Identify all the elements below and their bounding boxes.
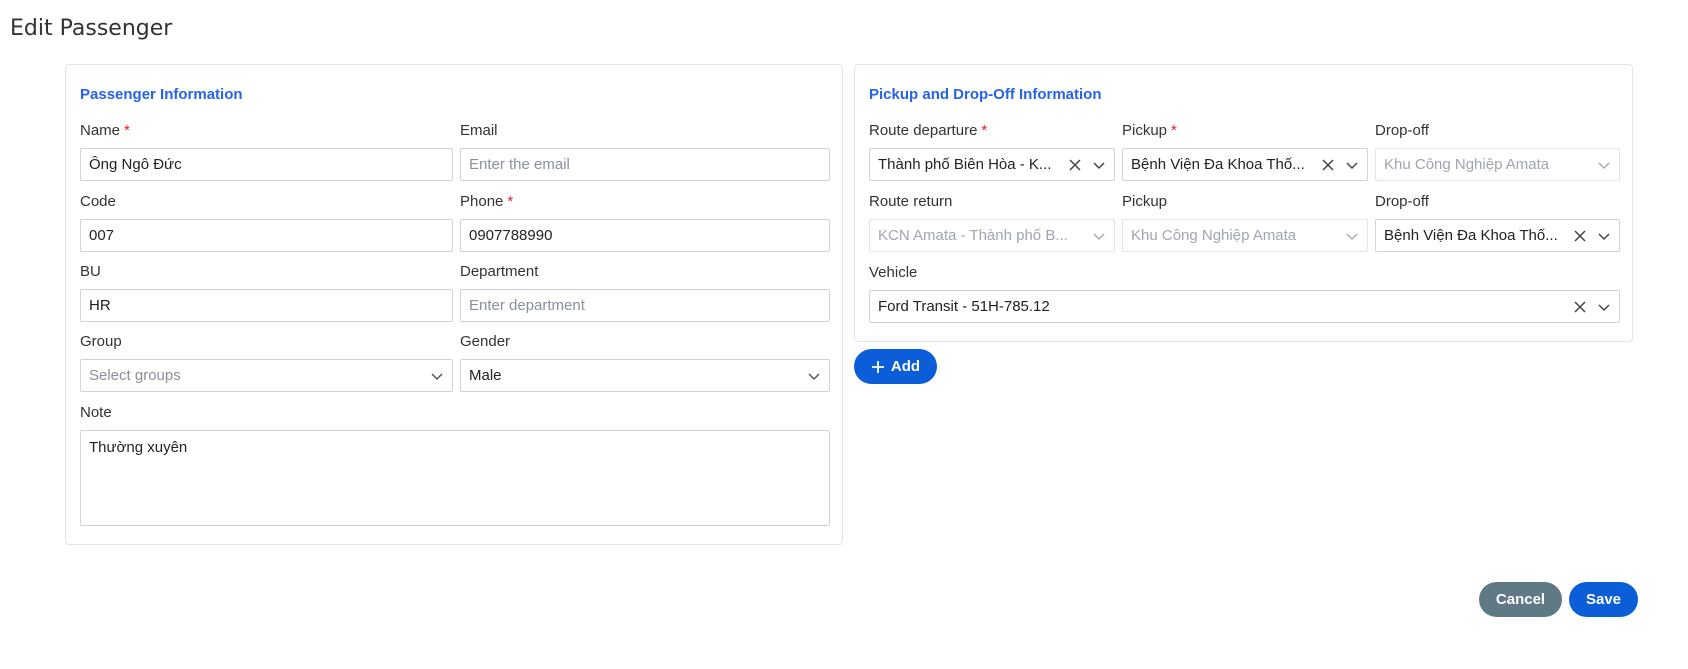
vehicle-field: Vehicle Ford Transit - 51H-785.12 <box>869 263 1620 323</box>
bu-input[interactable]: HR <box>80 289 453 322</box>
pickup-section-title: Pickup and Drop-Off Information <box>869 86 1102 103</box>
required-marker: * <box>981 122 988 139</box>
chevron-down-icon <box>1093 161 1105 169</box>
clear-icon[interactable] <box>1573 300 1587 314</box>
dropoff-return-label: Drop-off <box>1375 193 1429 210</box>
chevron-down-icon <box>1346 161 1358 169</box>
passenger-section-title: Passenger Information <box>80 86 243 103</box>
name-field: Name * Ông Ngô Đức <box>80 121 453 181</box>
name-label: Name <box>80 122 121 139</box>
passenger-information-card: Passenger Information Name * Ông Ngô Đức … <box>65 64 843 545</box>
dropoff-departure-field: Drop-off Khu Công Nghiệp Amata <box>1375 121 1620 181</box>
clear-icon[interactable] <box>1068 158 1082 172</box>
note-label: Note <box>80 404 112 421</box>
chevron-down-icon <box>431 372 443 380</box>
cancel-button[interactable]: Cancel <box>1479 582 1562 617</box>
gender-field: Gender Male <box>460 332 830 392</box>
required-marker: * <box>1171 122 1177 139</box>
phone-label: Phone <box>460 193 504 210</box>
code-label: Code <box>80 193 116 210</box>
pickup-departure-label: Pickup <box>1122 122 1168 139</box>
route-return-label: Route return <box>869 193 953 210</box>
clear-icon[interactable] <box>1321 158 1335 172</box>
bu-field: BU HR <box>80 262 453 322</box>
chevron-down-icon <box>1346 232 1358 240</box>
chevron-down-icon <box>808 372 820 380</box>
required-marker: * <box>124 122 130 139</box>
route-return-field: Route return KCN Amata - Thành phố B... <box>869 192 1115 252</box>
chevron-down-icon <box>1093 232 1105 240</box>
pickup-return-select[interactable]: Khu Công Nghiệp Amata <box>1122 219 1368 252</box>
vehicle-label: Vehicle <box>869 264 918 281</box>
note-textarea[interactable]: Thường xuyên <box>80 430 830 526</box>
pickup-departure-select[interactable]: Bệnh Viện Đa Khoa Thố... <box>1122 148 1368 181</box>
gender-label: Gender <box>460 333 511 350</box>
gender-select[interactable]: Male <box>460 359 830 392</box>
pickup-return-field: Pickup Khu Công Nghiệp Amata <box>1122 192 1368 252</box>
department-label: Department <box>460 263 539 280</box>
add-button[interactable]: Add <box>854 349 937 384</box>
group-select[interactable]: Select groups <box>80 359 453 392</box>
pickup-departure-field: Pickup * Bệnh Viện Đa Khoa Thố... <box>1122 121 1368 181</box>
phone-field: Phone * 0907788990 <box>460 192 830 252</box>
name-input[interactable]: Ông Ngô Đức <box>80 148 453 181</box>
pickup-return-label: Pickup <box>1122 193 1168 210</box>
email-input[interactable]: Enter the email <box>460 148 830 181</box>
bu-label: BU <box>80 263 101 280</box>
dropoff-departure-label: Drop-off <box>1375 122 1429 139</box>
chevron-down-icon <box>1598 161 1610 169</box>
page-title: Edit Passenger <box>10 16 173 41</box>
route-return-select[interactable]: KCN Amata - Thành phố B... <box>869 219 1115 252</box>
route-departure-label: Route departure <box>869 122 978 139</box>
email-label: Email <box>460 122 498 139</box>
note-field: Note Thường xuyên <box>80 403 830 526</box>
add-button-label: Add <box>890 358 921 375</box>
required-marker: * <box>507 193 514 210</box>
dropoff-departure-select[interactable]: Khu Công Nghiệp Amata <box>1375 148 1620 181</box>
plus-icon <box>871 360 884 373</box>
chevron-down-icon <box>1598 232 1610 240</box>
chevron-down-icon <box>1598 303 1610 311</box>
pickup-dropoff-card: Pickup and Drop-Off Information Route de… <box>854 64 1633 342</box>
vehicle-select[interactable]: Ford Transit - 51H-785.12 <box>869 290 1620 323</box>
route-departure-field: Route departure * Thành phố Biên Hòa - K.… <box>869 121 1115 181</box>
code-field: Code 007 <box>80 192 453 252</box>
phone-input[interactable]: 0907788990 <box>460 219 830 252</box>
code-input[interactable]: 007 <box>80 219 453 252</box>
department-field: Department Enter department <box>460 262 830 322</box>
group-label: Group <box>80 333 122 350</box>
dropoff-return-field: Drop-off Bệnh Viện Đa Khoa Thố... <box>1375 192 1620 252</box>
route-departure-select[interactable]: Thành phố Biên Hòa - K... <box>869 148 1115 181</box>
save-button[interactable]: Save <box>1569 582 1638 617</box>
group-field: Group Select groups <box>80 332 453 392</box>
dropoff-return-select[interactable]: Bệnh Viện Đa Khoa Thố... <box>1375 219 1620 252</box>
email-field: Email Enter the email <box>460 121 830 181</box>
department-input[interactable]: Enter department <box>460 289 830 322</box>
clear-icon[interactable] <box>1573 229 1587 243</box>
